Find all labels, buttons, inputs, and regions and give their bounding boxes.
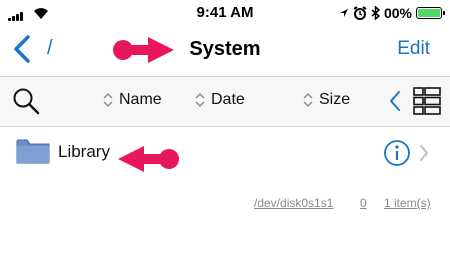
page-title: System [189,38,261,60]
sort-arrows-icon [303,93,313,107]
device-path-link[interactable]: /dev/disk0s1s1 [254,196,333,210]
list-item-library[interactable]: Library [58,142,110,162]
count-link[interactable]: 0 [360,196,367,210]
chevron-left-icon[interactable] [388,89,402,113]
status-bar: 9:41 AM 00% [0,0,450,26]
alarm-clock-icon [353,6,367,20]
sort-name-label: Name [119,91,162,108]
sort-divider [0,126,450,127]
annotation-arrow [118,146,179,172]
folder-icon [16,139,50,164]
chevron-right-icon[interactable] [418,143,430,163]
battery-fill [418,9,440,17]
sort-date-label: Date [211,91,245,108]
annotation-arrow [113,37,174,63]
info-icon[interactable] [383,139,411,167]
edit-button[interactable]: Edit [397,38,430,60]
sort-by-name-button[interactable]: Name [103,91,162,109]
sort-arrows-icon [195,93,205,107]
sort-arrows-icon [103,93,113,107]
list-view-icon[interactable] [412,86,442,116]
battery-percent: 00% [383,5,412,21]
battery-icon [416,7,445,19]
items-count-link[interactable]: 1 item(s) [384,196,431,210]
sort-by-date-button[interactable]: Date [195,91,245,109]
sort-by-size-button[interactable]: Size [303,91,350,109]
bluetooth-icon [371,6,380,20]
search-icon[interactable] [12,87,40,115]
sort-size-label: Size [319,91,351,108]
location-arrow-icon [339,9,348,17]
status-right-group: 00% [339,3,445,23]
